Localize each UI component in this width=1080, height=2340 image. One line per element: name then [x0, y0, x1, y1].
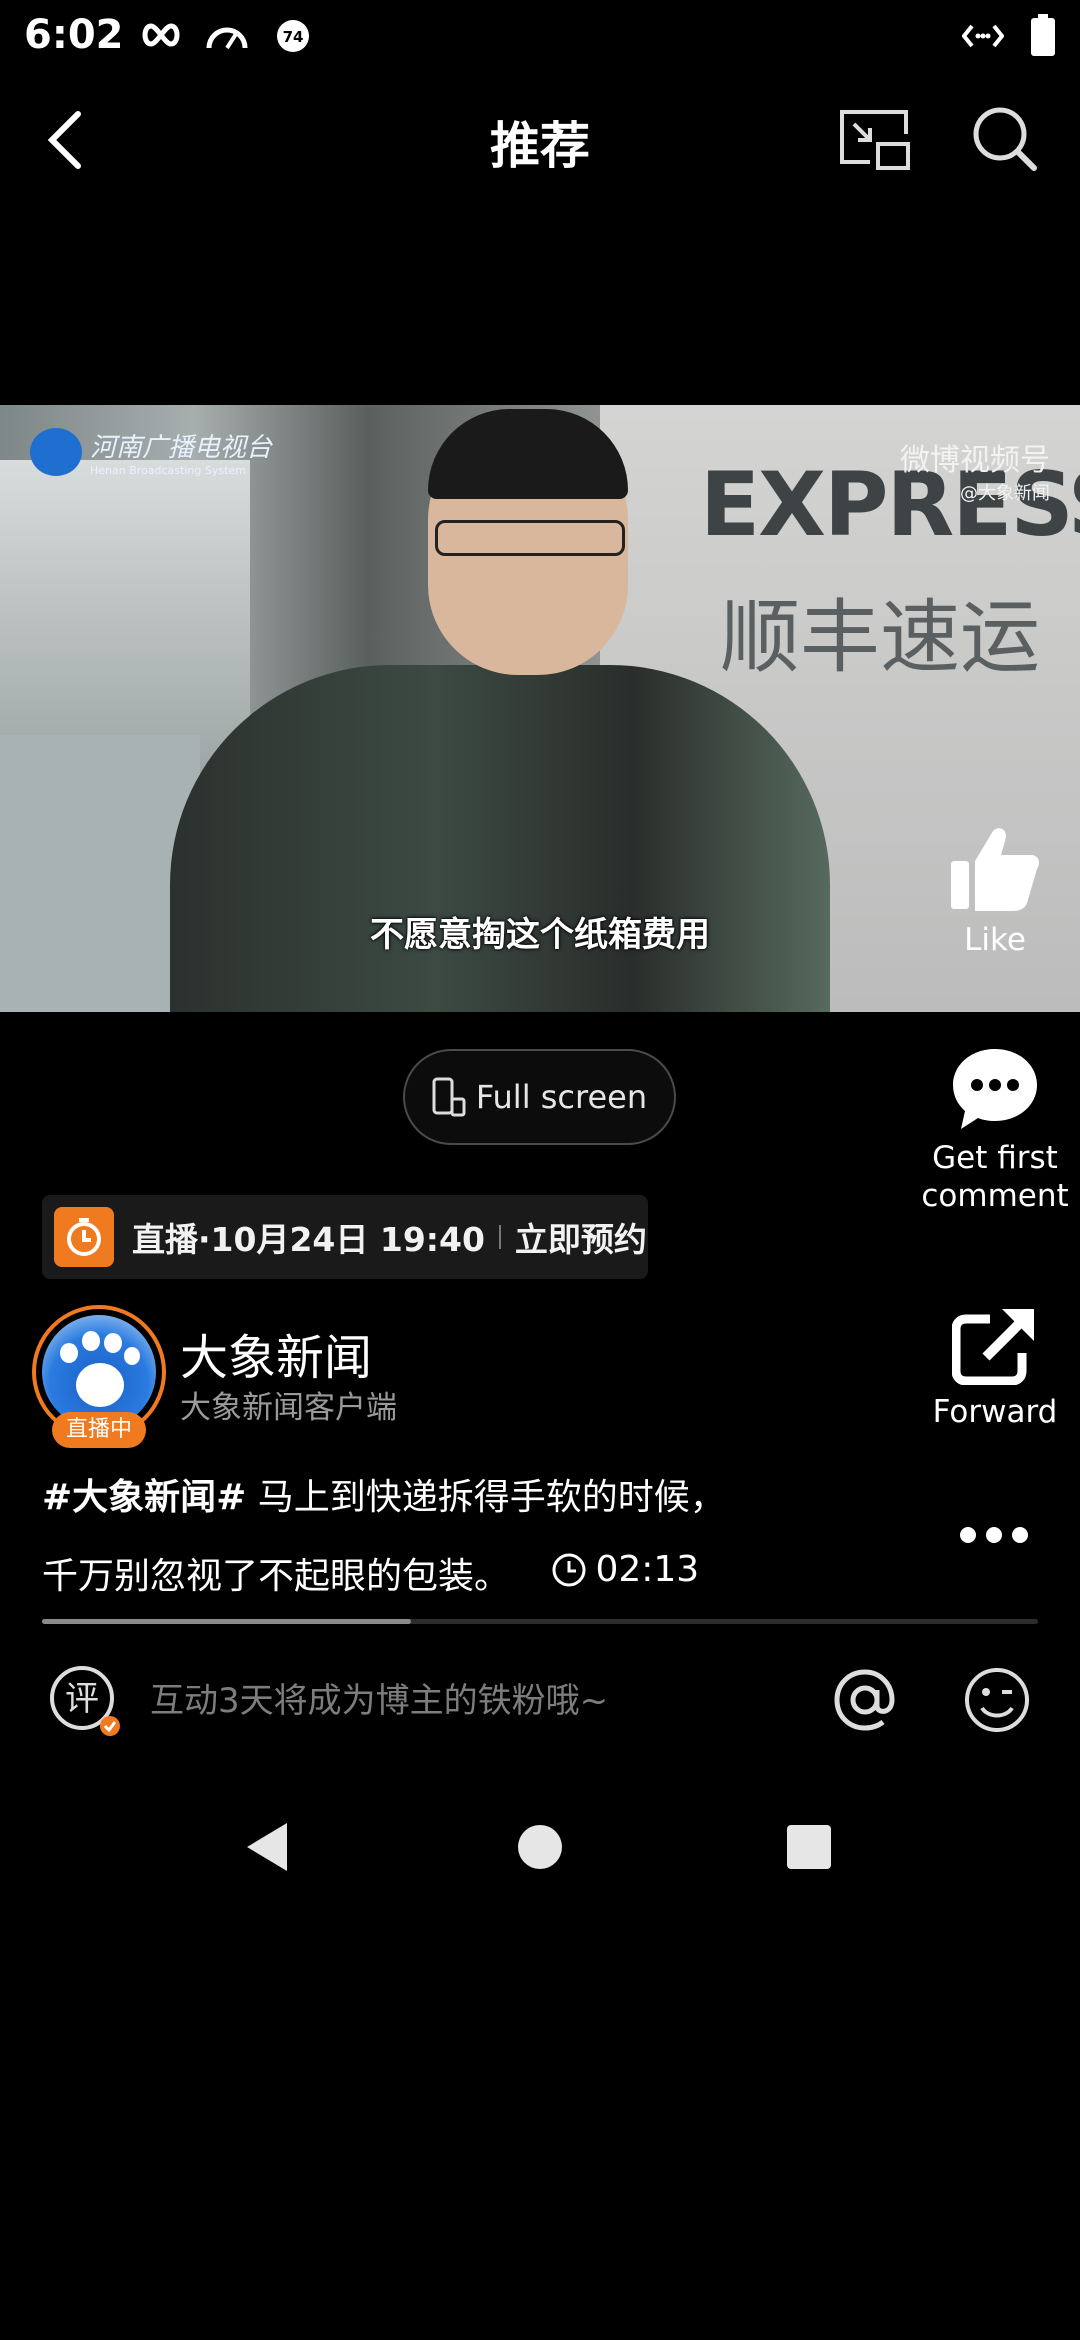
speedometer-icon [204, 18, 250, 56]
live-time-text: 直播·10月24日 19:40 [132, 1220, 485, 1259]
video-bg-text-cn: 顺丰速运 [720, 591, 1040, 684]
post-description: #大象新闻# 马上到快递拆得手软的时候， 千万别忽视了不起眼的包装。 02:13 [42, 1462, 902, 1613]
emoji-icon[interactable] [962, 1664, 1032, 1736]
comment-input[interactable] [150, 1676, 790, 1726]
video-person-glasses [435, 520, 625, 556]
forward-button[interactable]: Forward [910, 1305, 1080, 1431]
channel-logo-icon [30, 428, 82, 476]
status-time: 6:02 [24, 12, 124, 58]
at-icon[interactable] [832, 1664, 898, 1736]
comment-badge-char: 评 [65, 1679, 99, 1719]
clock-icon [54, 1207, 114, 1267]
search-icon[interactable] [970, 104, 1040, 174]
clock-duration-icon [552, 1553, 586, 1587]
fullscreen-button[interactable]: Full screen [403, 1049, 676, 1145]
status-bar: 6:02 74 [0, 0, 1080, 72]
author-name[interactable]: 大象新闻 [180, 1318, 372, 1388]
video-person-body [170, 665, 830, 1012]
comment-badge-icon[interactable]: 评 [48, 1664, 120, 1736]
channel-logo: 河南广播电视台 Henan Broadcasting System [30, 427, 272, 477]
video-watermark: 微博视频号 @大象新闻 [900, 435, 1050, 505]
channel-logo-en: Henan Broadcasting System [90, 464, 246, 477]
phone-rotate-icon [432, 1077, 466, 1117]
description-line1: 马上到快递拆得手软的时候， [246, 1477, 726, 1518]
channel-logo-cn: 河南广播电视台 [90, 433, 273, 463]
reserve-button[interactable]: 立即预约 [515, 1213, 647, 1261]
sys-recent-icon[interactable] [787, 1825, 831, 1869]
comment-button[interactable]: Get first comment [910, 1045, 1080, 1215]
live-divider [498, 1225, 501, 1249]
like-label: Like [964, 922, 1026, 958]
top-nav: 推荐 [0, 90, 1080, 190]
comment-label-line2: comment [921, 1178, 1069, 1214]
page-title: 推荐 [490, 117, 590, 175]
author-subtitle: 大象新闻客户端 [180, 1390, 397, 1426]
forward-label: Forward [932, 1394, 1058, 1430]
video-person-hair [428, 409, 628, 499]
sys-home-icon[interactable] [518, 1825, 562, 1869]
battery-icon [1030, 14, 1056, 60]
forward-share-icon [951, 1309, 1034, 1386]
video-duration: 02:13 [551, 1534, 699, 1606]
fullscreen-label: Full screen [475, 1078, 648, 1116]
watermark-text: 微博视频号 [900, 443, 1050, 478]
video-progress-bar[interactable] [42, 1619, 1038, 1624]
notification-74-icon: 74 [275, 18, 311, 58]
hashtag-link[interactable]: #大象新闻# [42, 1477, 246, 1518]
video-progress-fill [42, 1619, 411, 1624]
comment-label-line1: Get first [932, 1140, 1058, 1176]
description-line2: 千万别忽视了不起眼的包装。 [42, 1556, 511, 1597]
live-reservation-banner[interactable]: 直播·10月24日 19:40 立即预约 [42, 1195, 648, 1279]
badge-number: 74 [283, 28, 304, 46]
duration-text: 02:13 [595, 1549, 700, 1590]
more-dots-icon[interactable] [958, 1518, 1030, 1552]
like-button[interactable]: Like [910, 825, 1080, 959]
live-status-badge: 直播中 [52, 1412, 146, 1448]
sys-back-icon[interactable] [243, 1821, 291, 1877]
data-arrows-icon [961, 22, 1005, 54]
comment-bar: 评 [0, 1660, 1080, 1742]
system-navigation-bar [0, 1815, 1080, 1885]
thumbs-up-icon [951, 828, 1039, 911]
watermark-sub: @大象新闻 [960, 483, 1050, 504]
infinity-icon [140, 20, 182, 54]
comment-bubble-icon [953, 1049, 1037, 1129]
picture-in-picture-icon[interactable] [836, 104, 912, 174]
